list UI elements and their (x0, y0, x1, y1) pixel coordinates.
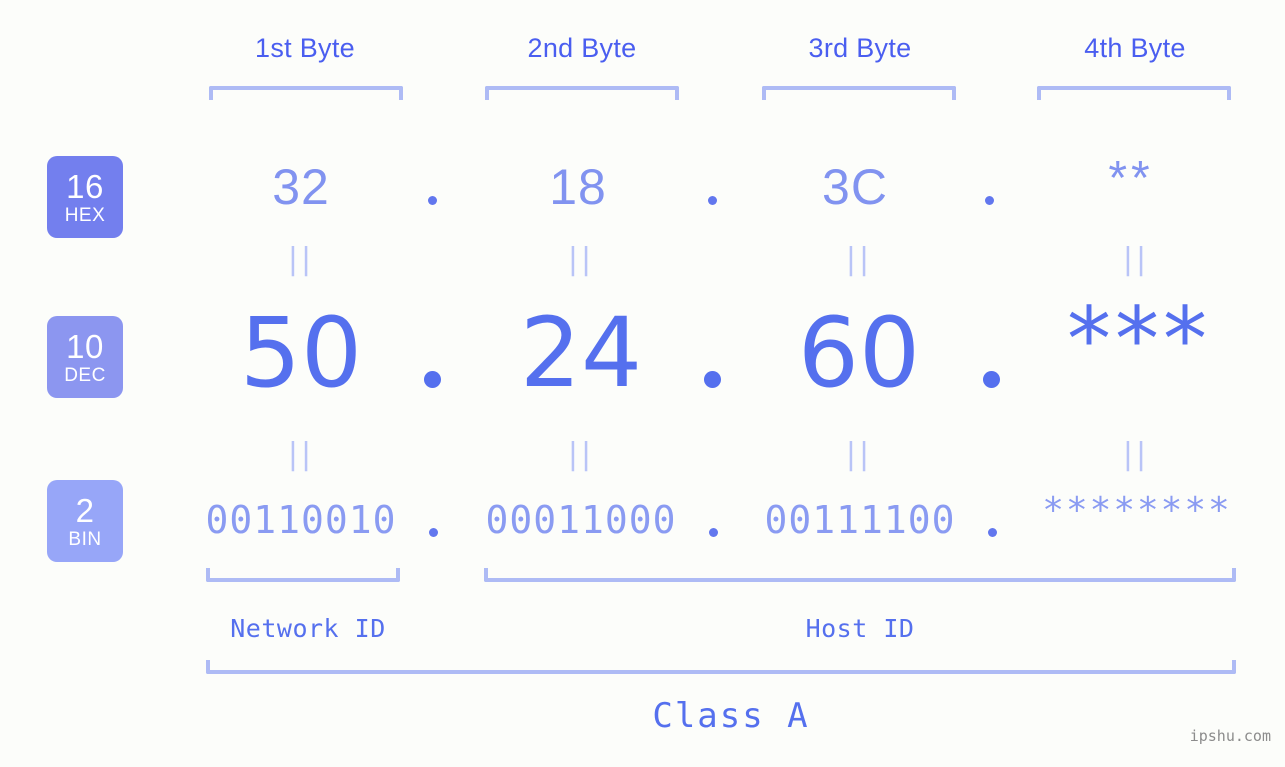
watermark: ipshu.com (1189, 727, 1271, 745)
network-id-label: Network ID (230, 614, 386, 643)
base-badge-hex: 16 HEX (47, 156, 123, 238)
equals-mark-hexdec-1: || (287, 242, 315, 277)
base-badge-bin-number: 2 (75, 491, 95, 529)
hex-byte-value-1: 32 (272, 159, 330, 215)
byte-header-label-4: 4th Byte (1084, 33, 1186, 63)
base-badge-dec-name: DEC (64, 364, 106, 386)
hex-byte-value-3: 3C (822, 159, 888, 215)
base-badge-hex-name: HEX (64, 204, 106, 226)
hex-separator-dot-3 (985, 196, 994, 205)
byte-header-label-1: 1st Byte (255, 33, 355, 63)
base-badge-dec: 10 DEC (47, 316, 123, 398)
byte-header-label-3: 3rd Byte (808, 33, 912, 63)
bin-separator-dot-3 (988, 528, 997, 537)
hex-byte-value-2: 18 (549, 159, 607, 215)
bin-byte-value-3: 00111100 (764, 498, 956, 542)
bin-byte-value-2: 00011000 (485, 498, 677, 542)
class-label: Class A (652, 696, 810, 736)
byte-bracket-top-1 (209, 86, 403, 100)
byte-bracket-top-3 (762, 86, 956, 100)
bin-byte-value-1: 00110010 (205, 498, 397, 542)
bin-separator-dot-2 (709, 528, 718, 537)
byte-bracket-top-2 (485, 86, 679, 100)
base-badge-bin-name: BIN (68, 528, 102, 550)
hex-separator-dot-2 (708, 196, 717, 205)
hex-byte-value-4: ** (1108, 152, 1154, 205)
dec-byte-value-2: 24 (519, 297, 643, 409)
equals-mark-hexdec-4: || (1122, 242, 1150, 277)
dec-separator-dot-2 (704, 371, 721, 388)
byte-header-label-2: 2nd Byte (527, 33, 637, 63)
dec-byte-value-4: *** (1067, 288, 1211, 391)
ip-address-breakdown-diagram: 1st Byte 2nd Byte 3rd Byte 4th Byte 16 H… (0, 0, 1285, 767)
host-id-bracket (484, 568, 1236, 582)
hex-separator-dot-1 (428, 196, 437, 205)
base-badge-bin: 2 BIN (47, 480, 123, 562)
equals-mark-decbin-3: || (845, 437, 873, 472)
base-badge-hex-number: 16 (66, 167, 104, 205)
equals-mark-hexdec-3: || (845, 242, 873, 277)
equals-mark-decbin-2: || (567, 437, 595, 472)
dec-separator-dot-1 (424, 371, 441, 388)
dec-byte-value-1: 50 (239, 297, 363, 409)
bin-separator-dot-1 (429, 528, 438, 537)
base-badge-dec-number: 10 (66, 327, 104, 365)
equals-mark-hexdec-2: || (567, 242, 595, 277)
class-bracket (206, 660, 1236, 674)
network-id-bracket (206, 568, 400, 582)
host-id-label: Host ID (805, 614, 915, 643)
byte-bracket-top-4 (1037, 86, 1231, 100)
bin-byte-value-4: ******** (1042, 490, 1232, 531)
dec-byte-value-3: 60 (797, 297, 921, 409)
dec-separator-dot-3 (983, 371, 1000, 388)
equals-mark-decbin-4: || (1122, 437, 1150, 472)
equals-mark-decbin-1: || (287, 437, 315, 472)
